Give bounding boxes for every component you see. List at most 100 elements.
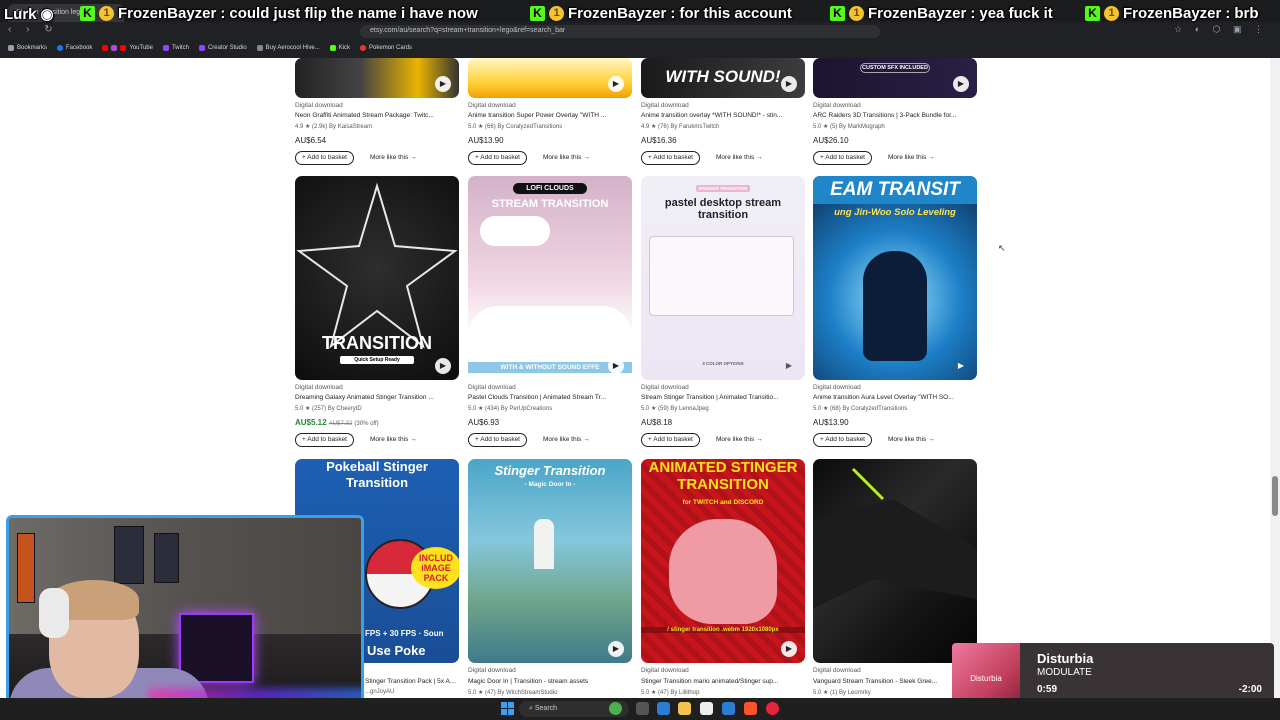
play-icon[interactable]: ▶ xyxy=(953,76,969,92)
headset-icon xyxy=(39,588,69,638)
listing-thumbnail[interactable]: ▶ xyxy=(468,58,632,98)
digital-download-label: Digital download xyxy=(468,667,516,674)
add-to-basket-button[interactable]: + Add to basket xyxy=(295,433,354,447)
more-like-this-link[interactable]: More like this → xyxy=(716,436,763,443)
windows-start-icon[interactable] xyxy=(501,702,514,715)
listing-thumbnail[interactable]: STINGER TRANSITION pastel desktop stream… xyxy=(641,176,805,380)
edge-icon[interactable] xyxy=(657,702,670,715)
listing-title[interactable]: Anime transition overlay *WITH SOUND!* -… xyxy=(641,112,805,119)
more-like-this-link[interactable]: More like this → xyxy=(888,436,935,443)
listing-title[interactable]: ARC Raiders 3D Transitions | 3-Pack Bund… xyxy=(813,112,977,119)
more-like-this-link[interactable]: More like this → xyxy=(716,154,763,161)
listing-thumbnail[interactable] xyxy=(813,459,977,663)
brave-icon[interactable] xyxy=(744,702,757,715)
listing-thumbnail[interactable]: CUSTOM SFX INCLUDED ▶ xyxy=(813,58,977,98)
bookmark-twitch[interactable]: Twitch xyxy=(162,45,189,51)
listing-price: AU$26.10 xyxy=(813,136,849,145)
listing-thumbnail[interactable]: ANIMATED STINGER TRANSITION for TWITCH a… xyxy=(641,459,805,663)
play-icon[interactable]: ▶ xyxy=(953,358,969,374)
add-to-basket-button[interactable]: + Add to basket xyxy=(468,433,527,447)
app-icon[interactable] xyxy=(609,702,622,715)
more-like-this-link[interactable]: More like this → xyxy=(370,154,417,161)
thumbnail-text: ANIMATED STINGER TRANSITION xyxy=(648,459,798,493)
add-to-basket-button[interactable]: + Add to basket xyxy=(468,151,527,165)
thumbnail-subtext: Use Poke xyxy=(367,643,426,658)
file-explorer-icon[interactable] xyxy=(678,702,691,715)
thumbnail-text: CUSTOM SFX INCLUDED xyxy=(860,63,930,73)
play-icon[interactable]: ▶ xyxy=(608,358,624,374)
clothes xyxy=(17,533,35,603)
bookmark-creator-studio[interactable]: Creator Studio xyxy=(198,45,247,51)
thumbnail-subtext: 3 COLOR OPTIONS xyxy=(702,361,744,366)
cloud-graphic xyxy=(468,306,632,366)
bookmark-facebook[interactable]: Facebook xyxy=(57,45,92,51)
play-icon[interactable]: ▶ xyxy=(781,76,797,92)
play-icon[interactable]: ▶ xyxy=(608,76,624,92)
coin-icon: 1 xyxy=(849,6,864,21)
listing-thumbnail[interactable]: TRANSITION Quick Setup Ready ▶ xyxy=(295,176,459,380)
add-to-basket-button[interactable]: + Add to basket xyxy=(641,151,700,165)
add-to-basket-button[interactable]: + Add to basket xyxy=(295,151,354,165)
bookmark-kick[interactable]: Kick xyxy=(329,45,351,51)
play-icon[interactable]: ▶ xyxy=(608,641,624,657)
listing-thumbnail[interactable]: LOFI CLOUDS STREAM TRANSITION WITH & WIT… xyxy=(468,176,632,380)
listing-thumbnail[interactable]: Stinger Transition - Magic Door In - ▶ xyxy=(468,459,632,663)
listing-rating: 5.0 ★ (1) By Leomrky xyxy=(813,690,871,696)
more-like-this-link[interactable]: More like this → xyxy=(370,436,417,443)
coin-icon: 1 xyxy=(99,6,114,21)
bookmark-pokemon-cards[interactable]: Pokemon Cards xyxy=(360,45,412,51)
add-to-basket-button[interactable]: + Add to basket xyxy=(813,151,872,165)
thumbnail-text: EAM TRANSIT xyxy=(813,176,977,204)
task-view-icon[interactable] xyxy=(636,702,649,715)
poster xyxy=(154,533,179,583)
scrollbar-thumb[interactable] xyxy=(1272,476,1278,516)
play-icon[interactable]: ▶ xyxy=(781,358,797,374)
play-icon[interactable]: ▶ xyxy=(435,76,451,92)
bookmark-label: Buy Aerocool Hive... xyxy=(265,45,320,51)
digital-download-label: Digital download xyxy=(641,384,689,391)
page-scrollbar[interactable] xyxy=(1270,58,1280,698)
listing-rating: 4.9 ★ (2.9k) By KaisaStream xyxy=(295,124,373,130)
mail-icon[interactable] xyxy=(722,702,735,715)
bookmark-aerocool[interactable]: Buy Aerocool Hive... xyxy=(256,45,320,51)
play-icon[interactable]: ▶ xyxy=(435,358,451,374)
listing-rating: ...gnJoyAU xyxy=(365,689,395,695)
thumbnail-text: Stinger Transition xyxy=(494,463,606,478)
add-to-basket-button[interactable]: + Add to basket xyxy=(641,433,700,447)
character-graphic xyxy=(863,251,927,361)
bookmark-bookmarks[interactable]: Bookmarks xyxy=(8,45,47,51)
twitch-icon xyxy=(162,45,169,51)
listing-thumbnail[interactable]: EAM TRANSIT ung Jin-Woo Solo Leveling ▶ xyxy=(813,176,977,380)
listing-thumbnail[interactable]: ▶ xyxy=(295,58,459,98)
listing-title[interactable]: Stinger Transition mario animated/Stinge… xyxy=(641,678,805,685)
listing-title[interactable]: Stinger Transition Pack | 5x Animate... xyxy=(365,678,459,685)
add-to-basket-button[interactable]: + Add to basket xyxy=(813,433,872,447)
eye-icon: ◉ xyxy=(40,6,54,23)
lit-shelf xyxy=(179,613,254,683)
listing-title[interactable]: Magic Door In | Transition - stream asse… xyxy=(468,678,632,685)
thumbnail-text: TRANSITION xyxy=(322,333,432,353)
listing-title[interactable]: Stream Stinger Transition | Animated Tra… xyxy=(641,394,805,401)
more-like-this-link[interactable]: More like this → xyxy=(888,154,935,161)
listing-title[interactable]: Neon Graffiti Animated Stream Package: T… xyxy=(295,112,459,119)
ticker-item: Lurk ◉ xyxy=(4,5,54,24)
digital-download-label: Digital download xyxy=(295,384,343,391)
bookmark-youtube[interactable]: YouTube xyxy=(102,45,153,51)
remaining-time: -2:00 xyxy=(1238,684,1262,695)
listing-title[interactable]: Anime transition Super Power Overlay "WI… xyxy=(468,112,632,119)
play-icon[interactable]: ▶ xyxy=(781,641,797,657)
bookmark-label: Bookmarks xyxy=(17,45,48,51)
listing-thumbnail[interactable]: WITH SOUND! ▶ xyxy=(641,58,805,98)
listing-title[interactable]: Pastel Clouds Transition | Animated Stre… xyxy=(468,394,632,401)
grid-icon xyxy=(8,45,14,51)
ticker-item: K 1 FrozenBayzer: could just flip the na… xyxy=(80,5,478,22)
listing-title[interactable]: Dreaming Galaxy Animated Stinger Transit… xyxy=(295,394,459,401)
obs-icon[interactable] xyxy=(766,702,779,715)
listing-rating: 5.0 ★ (257) By CheeryID xyxy=(295,406,362,412)
store-icon[interactable] xyxy=(700,702,713,715)
bookmarks-bar: Bookmarks Facebook YouTube Twitch Creato… xyxy=(0,40,1280,56)
bookmark-label: Kick xyxy=(338,45,351,51)
more-like-this-link[interactable]: More like this → xyxy=(543,154,590,161)
listing-title[interactable]: Anime transition Aura Level Overlay "WIT… xyxy=(813,394,977,401)
more-like-this-link[interactable]: More like this → xyxy=(543,436,590,443)
